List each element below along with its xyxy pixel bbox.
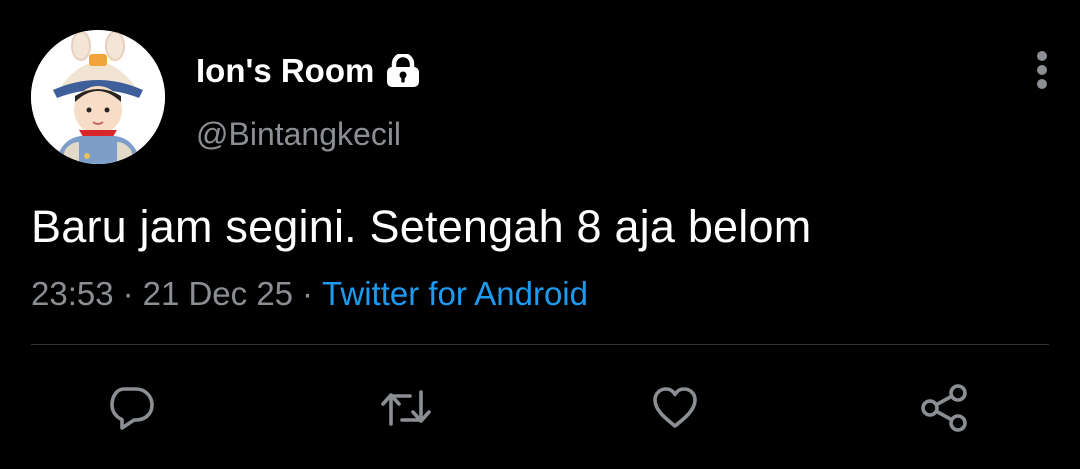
display-name[interactable]: Ion's Room: [196, 52, 374, 90]
share-button[interactable]: [918, 382, 970, 434]
divider: [31, 344, 1049, 345]
avatar[interactable]: [31, 30, 165, 164]
avatar-image: [31, 30, 165, 164]
reply-icon: [108, 384, 156, 432]
meta-separator: ·: [302, 275, 314, 312]
display-name-row[interactable]: Ion's Room: [196, 52, 422, 90]
retweet-button[interactable]: [380, 382, 432, 434]
tweet-time[interactable]: 23:53: [31, 275, 114, 312]
tweet-meta: 23:53 · 21 Dec 25 · Twitter for Android: [31, 275, 588, 313]
reply-button[interactable]: [106, 382, 158, 434]
meta-separator: ·: [122, 275, 134, 312]
like-button[interactable]: [649, 382, 701, 434]
share-icon: [918, 382, 970, 434]
lock-icon: [384, 54, 422, 88]
tweet-date[interactable]: 21 Dec 25: [143, 275, 293, 312]
more-vertical-icon[interactable]: [1028, 48, 1056, 92]
user-handle[interactable]: @Bintangkecil: [196, 116, 401, 153]
retweet-icon: [380, 384, 432, 432]
tweet-source-link[interactable]: Twitter for Android: [322, 275, 588, 312]
heart-icon: [651, 386, 699, 430]
tweet-text: Baru jam segini. Setengah 8 aja belom: [31, 201, 812, 252]
